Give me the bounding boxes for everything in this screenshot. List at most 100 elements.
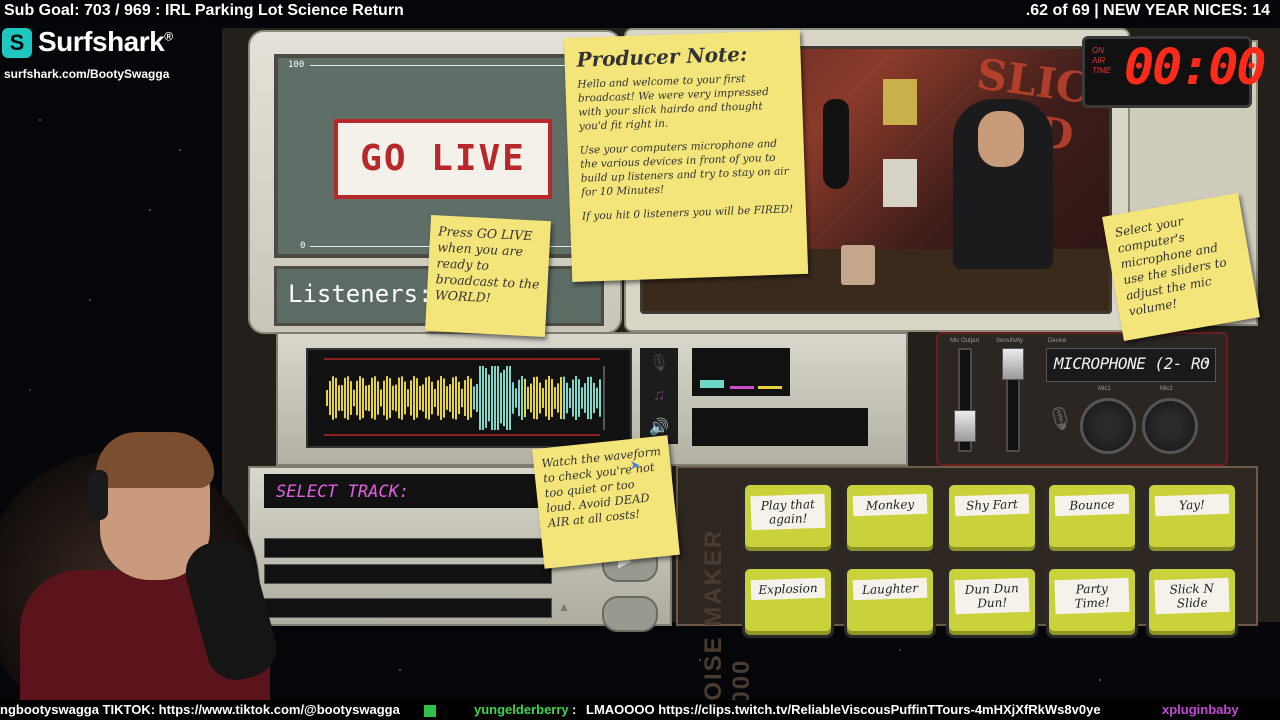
waveform-bar xyxy=(389,378,391,418)
waveform-bar xyxy=(329,380,331,416)
waveform-bar xyxy=(584,383,586,413)
producer-note-p2: Use your computers microphone and the va… xyxy=(579,137,789,199)
music-note-icon[interactable]: ♫ xyxy=(640,380,678,412)
waveform-bar xyxy=(371,377,373,419)
mic1-label: Mic1 xyxy=(1098,386,1111,392)
waveform-bar xyxy=(446,386,448,410)
waveform-bar xyxy=(569,387,571,409)
mouse-cursor-icon: ➤ xyxy=(630,458,641,472)
waveform-bar xyxy=(338,385,340,411)
waveform-bar xyxy=(350,381,352,415)
sfx-button-shy-fart[interactable]: Shy Fart xyxy=(946,482,1038,554)
microphone-icon[interactable]: 🎙 xyxy=(640,348,678,380)
poster-image xyxy=(883,79,917,125)
mic2-knob[interactable] xyxy=(1142,398,1198,454)
sfx-button-explosion[interactable]: Explosion xyxy=(742,566,834,638)
waveform-limit-top xyxy=(324,358,600,360)
waveform-bar xyxy=(332,376,334,420)
chat-message: LMAOOOO https://clips.twitch.tv/Reliable… xyxy=(586,702,1101,717)
waveform-bar xyxy=(524,378,526,418)
chevron-down-icon[interactable]: ▾ xyxy=(1204,358,1208,367)
waveform-bar xyxy=(479,366,481,430)
waveform-bar xyxy=(461,388,463,408)
waveform-bar xyxy=(392,385,394,411)
sfx-button-label: Explosion xyxy=(750,577,826,601)
waveform-svg xyxy=(326,366,605,430)
waveform-bar xyxy=(431,381,433,415)
waveform-bar xyxy=(515,388,517,408)
sfx-button-monkey[interactable]: Monkey xyxy=(844,482,936,554)
sub-goal-text: Sub Goal: 703 / 969 : IRL Parking Lot Sc… xyxy=(4,2,404,19)
waveform-bar xyxy=(539,382,541,414)
waveform-bar xyxy=(551,378,553,418)
sfx-button-laughter[interactable]: Laughter xyxy=(844,566,936,638)
waveform-bar xyxy=(416,378,418,418)
badge-icon xyxy=(424,704,436,717)
waveform-bar xyxy=(383,380,385,416)
mic2-label: Mic2 xyxy=(1160,386,1173,392)
waveform-bar xyxy=(449,384,451,412)
waveform-bar xyxy=(452,377,454,419)
waveform-bar xyxy=(335,377,337,419)
waveform-bar xyxy=(491,366,493,430)
sfx-button-bounce[interactable]: Bounce xyxy=(1046,482,1138,554)
device-select-value: MICROPHONE (2- RO xyxy=(1054,354,1210,373)
waveform-bar xyxy=(530,383,532,413)
guitar-icon xyxy=(823,99,849,189)
sfx-button-dun-dun-dun[interactable]: Dun Dun Dun! xyxy=(946,566,1038,638)
waveform-bar xyxy=(554,387,556,409)
waveform-bar xyxy=(413,376,415,420)
chat-username-2: xpluginbaby xyxy=(1162,702,1239,717)
waveform-bar xyxy=(359,376,361,420)
mug-icon xyxy=(841,245,875,285)
sfx-button-label: Slick N Slide xyxy=(1154,577,1230,615)
sfx-button-label: Shy Fart xyxy=(954,493,1030,517)
sponsor-name: Surfshark® xyxy=(38,26,173,58)
waveform-bar xyxy=(425,377,427,419)
listeners-label: Listeners: xyxy=(288,280,433,308)
sfx-button-slick-n-slide[interactable]: Slick N Slide xyxy=(1146,566,1238,638)
timer-digits: 00:00 xyxy=(1124,38,1267,96)
mic1-knob[interactable] xyxy=(1080,398,1136,454)
sfx-button-yay[interactable]: Yay! xyxy=(1146,482,1238,554)
sponsor-name-text: Surfshark xyxy=(38,26,165,57)
waveform-bar xyxy=(395,384,397,412)
scroll-up-icon[interactable]: ▲ xyxy=(558,600,570,614)
sensitivity-slider-knob[interactable] xyxy=(1002,348,1024,380)
go-live-button[interactable]: GO LIVE xyxy=(334,119,552,199)
waveform-bar xyxy=(506,366,508,430)
sfx-button-play-that-again[interactable]: Play that again! xyxy=(742,482,834,554)
waveform-bar xyxy=(467,376,469,420)
track-list-item[interactable] xyxy=(264,564,552,584)
poster-image-2 xyxy=(883,159,917,207)
chat-colon: : xyxy=(572,702,577,717)
waveform-bar xyxy=(488,374,490,422)
waveform-bar xyxy=(434,389,436,407)
sfx-button-party-time[interactable]: Party Time! xyxy=(1046,566,1138,638)
waveform-bar xyxy=(419,385,421,411)
level-bar-teal xyxy=(700,380,724,388)
waveform-bar xyxy=(557,383,559,413)
waveform-bar xyxy=(404,381,406,415)
waveform-bar xyxy=(590,376,592,420)
scale-top-line xyxy=(310,65,580,66)
ticker-tiktok-text: ngbootyswagga TIKTOK: https://www.tiktok… xyxy=(0,702,400,717)
waveform-bar xyxy=(368,384,370,412)
scale-bottom-label: 0 xyxy=(300,241,306,251)
info-display xyxy=(692,408,868,446)
mic-output-slider-knob[interactable] xyxy=(954,410,976,442)
waveform-bar xyxy=(518,379,520,417)
waveform-bar xyxy=(593,382,595,414)
waveform-bar xyxy=(578,379,580,417)
track-list-item[interactable] xyxy=(264,598,552,618)
waveform-bar xyxy=(347,376,349,420)
waveform-bar xyxy=(410,380,412,416)
waveform-bar xyxy=(533,377,535,419)
waveform-bar xyxy=(470,378,472,418)
track-list-item[interactable] xyxy=(264,538,552,558)
waveform-bar xyxy=(503,369,505,427)
stop-button[interactable] xyxy=(602,596,658,632)
sfx-button-label: Party Time! xyxy=(1054,577,1130,615)
nices-counter: .62 of 69 | NEW YEAR NICES: 14 xyxy=(1025,2,1270,19)
chat-badges xyxy=(424,700,436,720)
